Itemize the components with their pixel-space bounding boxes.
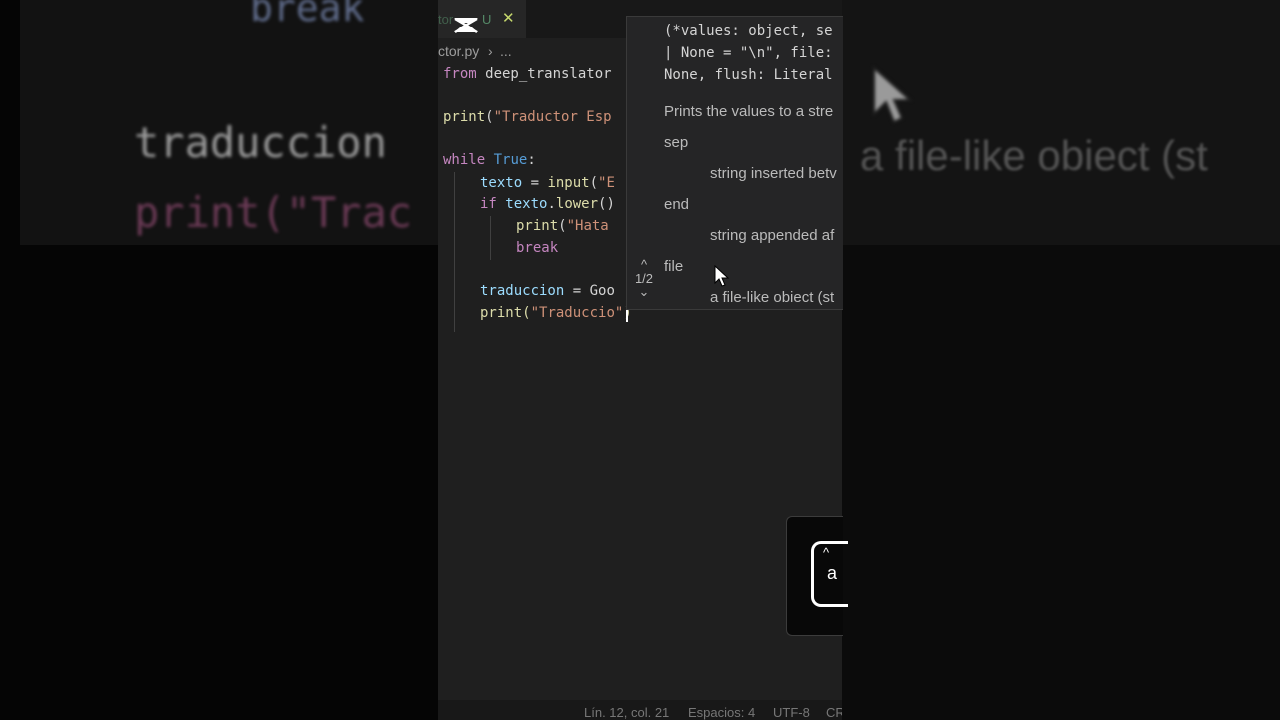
param-end-desc: string appended af — [710, 227, 835, 244]
status-encoding[interactable]: UTF-8 — [773, 705, 810, 720]
overload-next-icon[interactable]: ⌄ — [627, 284, 661, 300]
tab-close-icon[interactable]: ✕ — [502, 9, 515, 27]
code-line-7: if texto.lower() — [480, 196, 615, 212]
indent-guide — [490, 216, 491, 260]
status-indentation[interactable]: Espacios: 4 — [688, 705, 755, 720]
status-cursor-position[interactable]: Lín. 12, col. 21 — [584, 705, 669, 720]
status-bar: Lín. 12, col. 21 Espacios: 4 UTF-8 CR — [438, 700, 842, 720]
tab-untracked-badge: U — [482, 12, 492, 27]
breadcrumb-more[interactable]: ... — [500, 43, 512, 59]
signature-line-2: | None = "\n", file: — [664, 45, 833, 61]
key-arrow-icon: ^ — [823, 545, 830, 560]
capcut-logo-icon — [454, 17, 478, 34]
code-line-1: from deep_translator — [443, 66, 612, 82]
code-line-9: break — [516, 240, 559, 256]
status-eol[interactable]: CR — [826, 705, 842, 720]
overload-prev-icon[interactable]: ^ — [627, 257, 661, 272]
code-line-6: texto = input("E — [480, 175, 615, 191]
background-print-text: print("Trac — [134, 188, 413, 237]
signature-line-1: (*values: object, se — [664, 23, 833, 39]
overload-navigator: ^ 1/2 ⌄ — [627, 257, 661, 300]
tab-filename: tor — [438, 12, 454, 27]
code-line-11: traduccion = Goo — [480, 283, 615, 299]
param-end-name: end — [664, 196, 690, 213]
code-line-8: print("Hata — [516, 218, 609, 234]
doc-description: Prints the values to a stre — [664, 103, 834, 120]
code-line-12: print("Traduccio") — [480, 305, 632, 321]
keyboard-overlay-button[interactable]: ^ a — [786, 516, 848, 636]
indent-guide — [454, 172, 455, 332]
hover-signature-popup: (*values: object, se | None = "\n", file… — [626, 16, 843, 310]
background-cursor-icon — [873, 66, 913, 124]
breadcrumb-file[interactable]: ctor.py — [438, 43, 479, 59]
mouse-cursor-icon — [714, 265, 730, 287]
param-sep-name: sep — [664, 134, 689, 151]
code-line-3: print("Traductor Esp — [443, 109, 612, 125]
param-file-desc: a file-like obiect (st — [710, 289, 835, 306]
background-left: break traduccion print("Trac — [0, 0, 438, 720]
background-traduccion-text: traduccion — [134, 118, 387, 167]
signature-line-3: None, flush: Literal — [664, 67, 833, 83]
param-file-name: file — [664, 258, 684, 275]
key-label: a — [827, 563, 838, 583]
param-sep-desc: string inserted betv — [710, 165, 837, 182]
code-line-5: while True: — [443, 152, 536, 168]
breadcrumb-separator-icon: › — [488, 43, 493, 59]
background-break-text: break — [250, 0, 365, 30]
background-doc-text: a file-like obiect (st — [860, 132, 1208, 179]
